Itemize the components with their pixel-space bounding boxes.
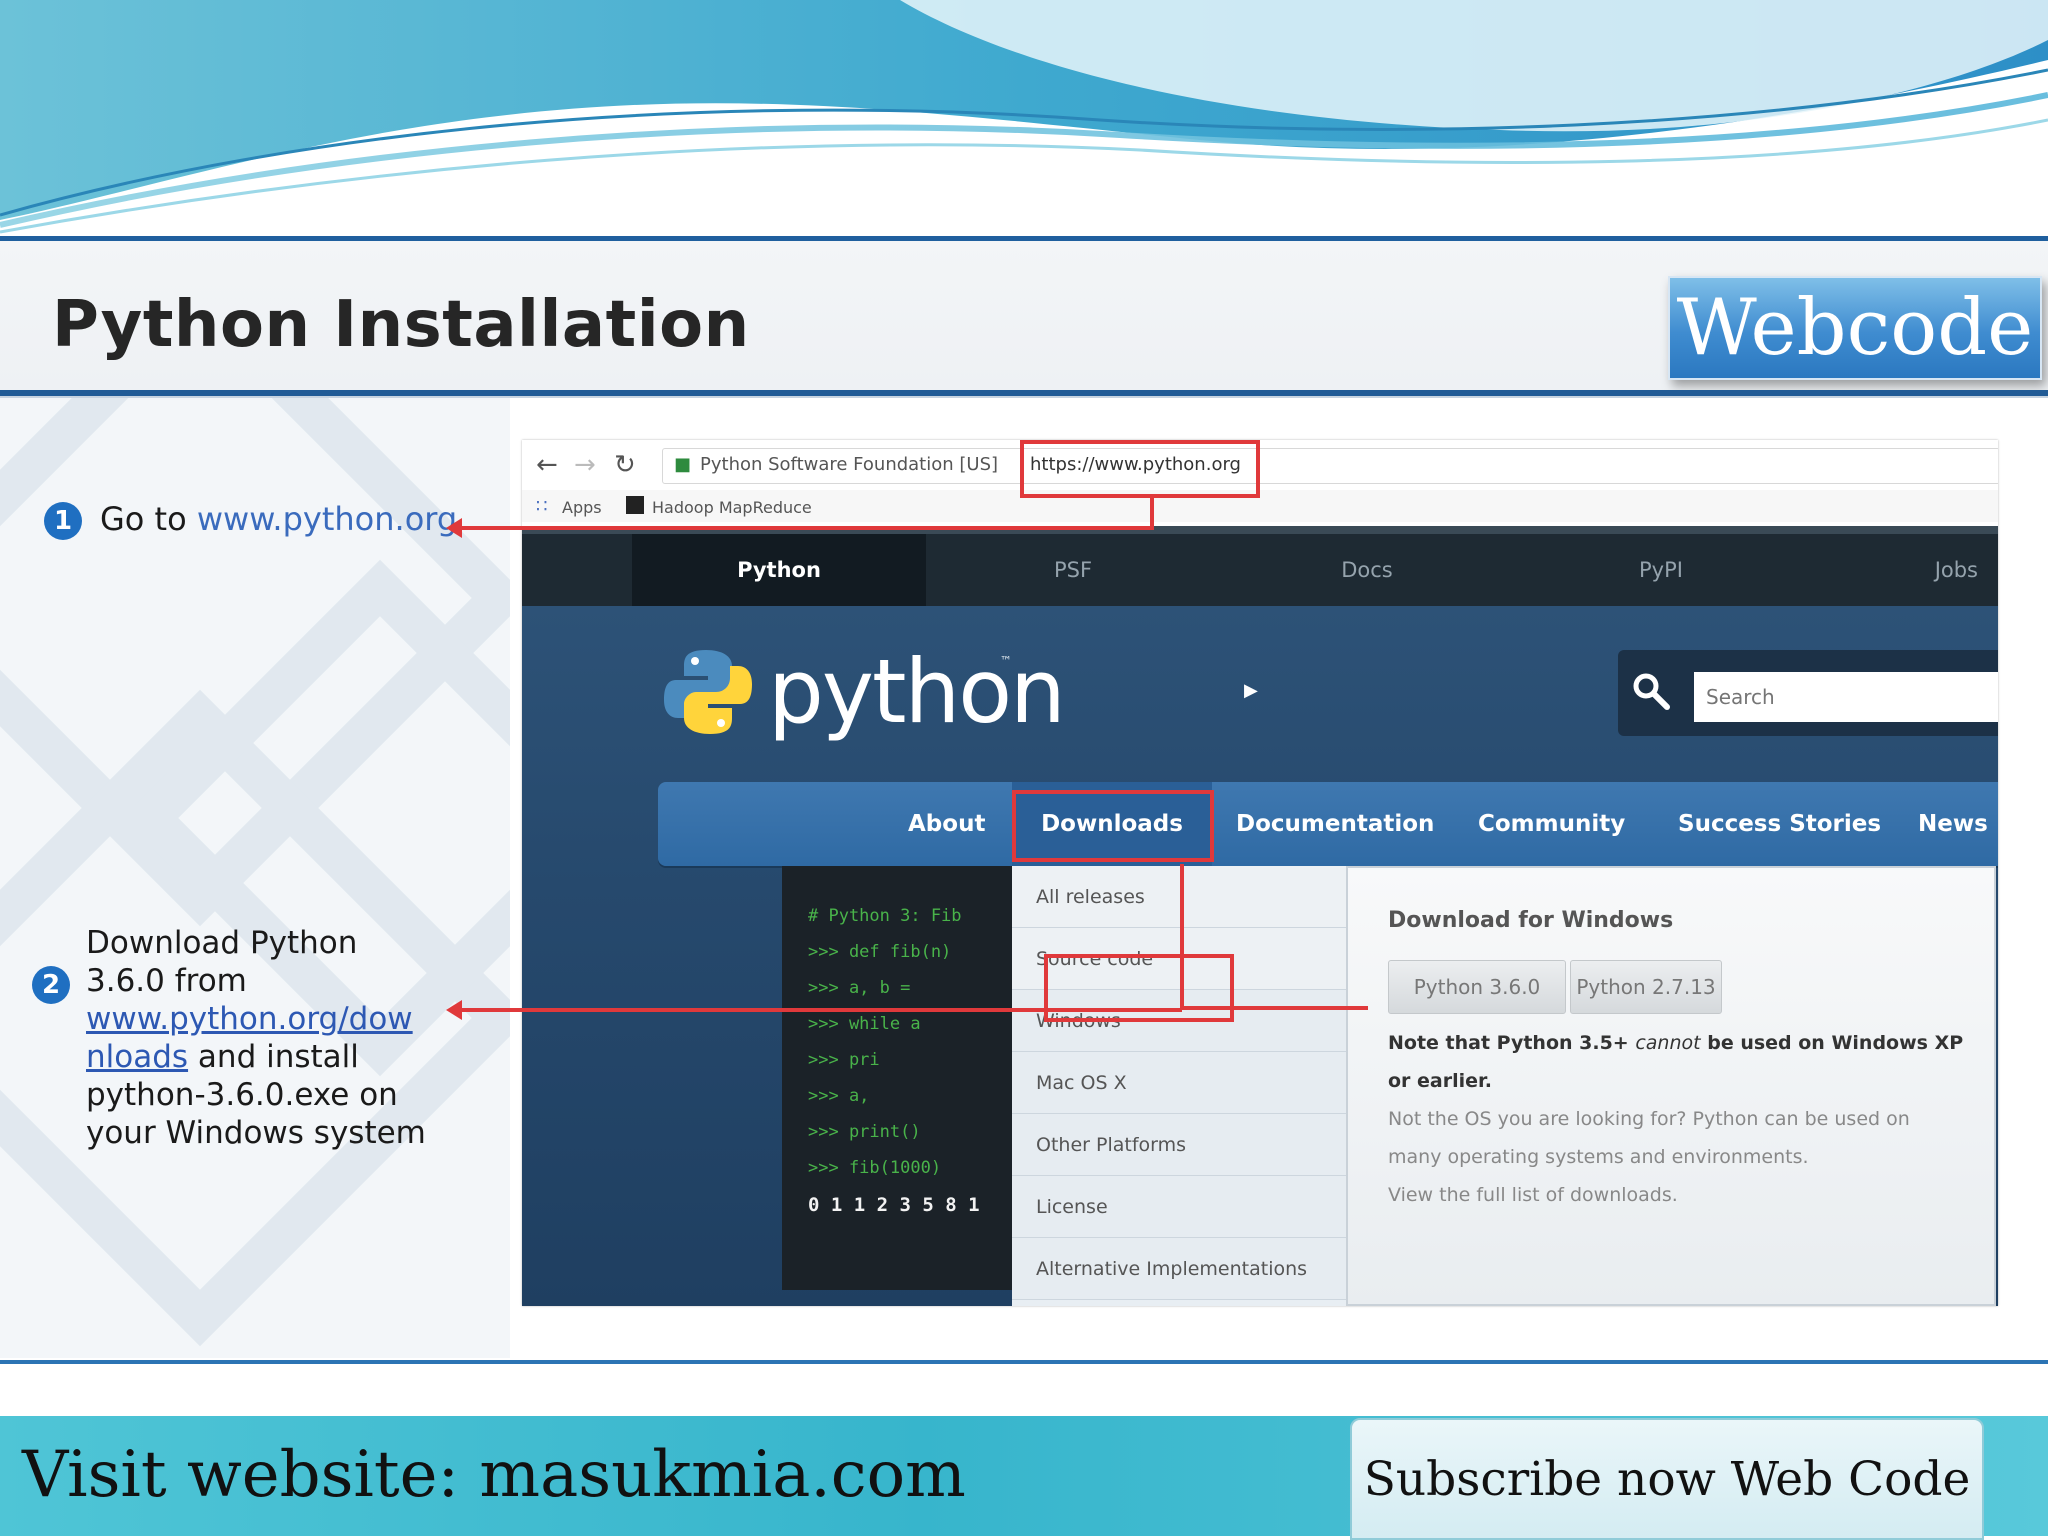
download-panel-title: Download for Windows	[1388, 908, 1674, 933]
trademark-mark: ™	[1000, 654, 1012, 668]
annotation-arrow-icon	[446, 1000, 462, 1020]
bookmark-hadoop[interactable]: Hadoop MapReduce	[652, 498, 812, 517]
code-line: >>> while a	[808, 1014, 921, 1034]
code-line: >>> fib(1000)	[808, 1158, 942, 1178]
topnav-jobs[interactable]: Jobs	[1808, 534, 1998, 606]
download-note: Note that Python 3.5+ cannot be used on …	[1388, 1032, 1963, 1054]
step-1-badge: 1	[44, 502, 82, 540]
bottom-divider	[0, 1360, 2048, 1364]
webcode-badge: Webcode	[1668, 276, 2042, 380]
nav-news[interactable]: News	[1918, 782, 1988, 866]
step-2-lead: Download Python 3.6.0 from	[86, 925, 358, 999]
visit-website-text: Visit website: masukmia.com	[22, 1438, 966, 1512]
step-2-text: Download Python 3.6.0 from www.python.org…	[86, 924, 426, 1152]
note-part: be used on Windows XP	[1707, 1032, 1964, 1054]
topnav-python[interactable]: Python	[632, 534, 926, 606]
nav-about[interactable]: About	[908, 782, 985, 866]
url-highlight-box	[1020, 440, 1260, 498]
nav-success-stories[interactable]: Success Stories	[1678, 782, 1881, 866]
bookmark-apps[interactable]: Apps	[562, 498, 602, 517]
mouse-cursor-icon: ▶	[1244, 680, 1258, 701]
code-sample-panel	[782, 866, 1012, 1290]
dd-license[interactable]: License	[1012, 1176, 1346, 1238]
code-line: >>> a,	[808, 1086, 870, 1106]
code-line: >>> def fib(n)	[808, 942, 952, 962]
annotation-line	[458, 526, 1154, 530]
site-identity: Python Software Foundation [US]	[700, 454, 999, 475]
download-note-end: or earlier.	[1388, 1070, 1492, 1092]
step-1-text: Go to www.python.org	[100, 500, 457, 538]
code-line: >>> a, b =	[808, 978, 911, 998]
annotation-line	[1182, 1006, 1368, 1010]
dd-other-platforms[interactable]: Other Platforms	[1012, 1114, 1346, 1176]
page-title: Python Installation	[52, 288, 750, 362]
top-wave-banner	[0, 0, 2048, 240]
topnav-psf[interactable]: PSF	[926, 534, 1220, 606]
view-full-list-link[interactable]: View the full list of downloads.	[1388, 1184, 1678, 1206]
code-line: >>> print()	[808, 1122, 921, 1142]
python-logo-icon[interactable]	[662, 646, 754, 738]
hadoop-bookmark-icon	[626, 496, 644, 514]
dd-all-releases[interactable]: All releases	[1012, 866, 1346, 928]
forward-arrow-icon[interactable]: →	[574, 450, 596, 480]
nav-community[interactable]: Community	[1478, 782, 1625, 866]
search-icon[interactable]	[1626, 666, 1676, 716]
lock-icon: ■	[674, 454, 692, 475]
step-1-label: Go to	[100, 500, 187, 538]
dd-alternative-implementations[interactable]: Alternative Implementations	[1012, 1238, 1346, 1300]
download-subtext: many operating systems and environments.	[1388, 1146, 1809, 1168]
browser-screenshot: ← → ↻ ■ Python Software Foundation [US] …	[522, 440, 1998, 1306]
code-line: >>> pri	[808, 1050, 880, 1070]
topnav-docs[interactable]: Docs	[1220, 534, 1514, 606]
note-part: Note that Python 3.5+	[1388, 1032, 1629, 1054]
code-output: 0 1 1 2 3 5 8 1	[808, 1194, 980, 1216]
subscribe-button[interactable]: Subscribe now Web Code	[1350, 1418, 1984, 1540]
note-emphasis: cannot	[1635, 1032, 1701, 1054]
annotation-arrow-icon	[446, 518, 462, 538]
python-2713-button[interactable]: Python 2.7.13	[1570, 960, 1722, 1014]
download-subtext: Not the OS you are looking for? Python c…	[1388, 1108, 1910, 1130]
topnav-pypi[interactable]: PyPI	[1514, 534, 1808, 606]
python-logo-text[interactable]: python	[768, 640, 1066, 743]
apps-grid-icon[interactable]: ∷	[536, 496, 547, 517]
back-arrow-icon[interactable]: ←	[536, 450, 558, 480]
code-line: # Python 3: Fib	[808, 906, 962, 926]
downloads-highlight-box	[1012, 790, 1214, 862]
dd-mac-os-x[interactable]: Mac OS X	[1012, 1052, 1346, 1114]
reload-icon[interactable]: ↻	[614, 450, 636, 480]
background-pattern	[0, 398, 510, 1358]
python-360-button[interactable]: Python 3.6.0	[1388, 960, 1566, 1014]
search-input[interactable]	[1694, 672, 1998, 722]
python-org-link[interactable]: www.python.org	[197, 500, 457, 538]
step-2-badge: 2	[32, 966, 70, 1004]
annotation-line	[1180, 864, 1184, 1010]
nav-documentation[interactable]: Documentation	[1236, 782, 1434, 866]
annotation-line	[458, 1008, 1182, 1012]
